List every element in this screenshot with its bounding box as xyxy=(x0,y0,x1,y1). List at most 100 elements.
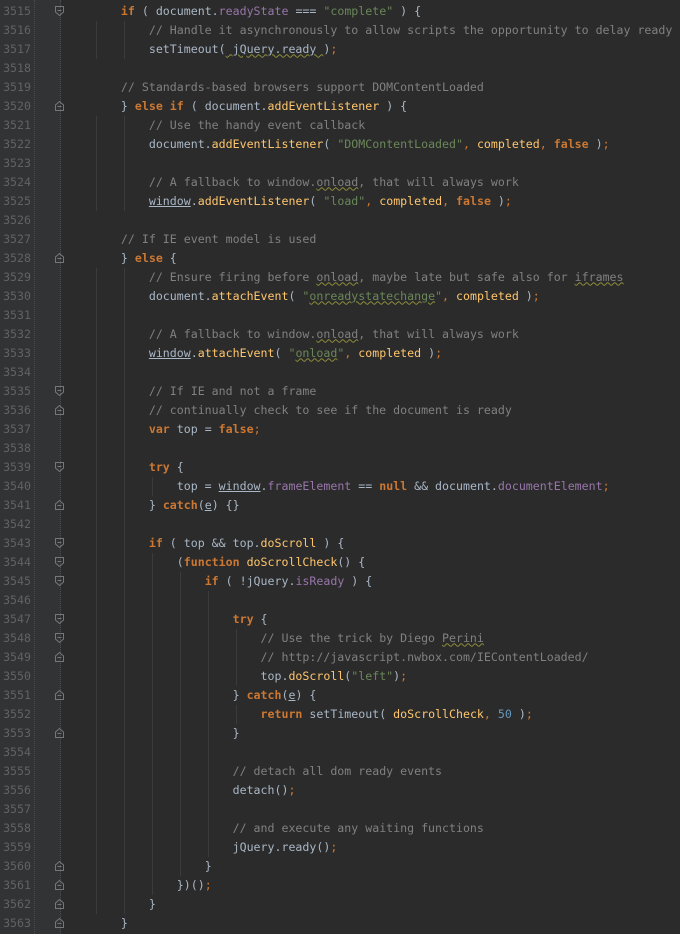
code-text[interactable]: } catch(e) {} xyxy=(93,496,240,515)
code-text[interactable]: // A fallback to window.onload, that wil… xyxy=(93,173,519,192)
line-number[interactable]: 3522 xyxy=(0,135,31,154)
code-text[interactable]: try { xyxy=(93,458,184,477)
code-line[interactable]: 3560 } xyxy=(0,856,680,876)
line-number[interactable]: 3556 xyxy=(0,781,31,800)
code-text[interactable]: // http://javascript.nwbox.com/IEContent… xyxy=(93,648,589,667)
line-number[interactable]: 3553 xyxy=(0,724,31,743)
code-line[interactable]: 3529 // Ensure firing before onload, may… xyxy=(0,267,680,287)
code-text[interactable]: } xyxy=(93,895,156,914)
code-text[interactable]: jQuery.ready(); xyxy=(93,838,338,857)
line-number[interactable]: 3561 xyxy=(0,876,31,895)
line-number[interactable]: 3555 xyxy=(0,762,31,781)
fold-end-icon[interactable] xyxy=(55,898,64,909)
line-number[interactable]: 3530 xyxy=(0,287,31,306)
code-text[interactable]: detach(); xyxy=(93,781,296,800)
code-line[interactable]: 3532 // A fallback to window.onload, tha… xyxy=(0,324,680,344)
code-line[interactable]: 3561 })(); xyxy=(0,875,680,895)
fold-end-icon[interactable] xyxy=(55,651,64,662)
line-number[interactable]: 3547 xyxy=(0,610,31,629)
line-number[interactable]: 3534 xyxy=(0,363,31,382)
code-text[interactable]: document.attachEvent( "onreadystatechang… xyxy=(93,287,540,306)
code-line[interactable]: 3540 top = window.frameElement == null &… xyxy=(0,476,680,496)
line-number[interactable]: 3557 xyxy=(0,800,31,819)
code-line[interactable]: 3531 xyxy=(0,305,680,325)
line-number[interactable]: 3539 xyxy=(0,458,31,477)
line-number[interactable]: 3540 xyxy=(0,477,31,496)
code-line[interactable]: 3554 xyxy=(0,742,680,762)
code-line[interactable]: 3562 } xyxy=(0,894,680,914)
code-line[interactable]: 3546 xyxy=(0,590,680,610)
code-text[interactable]: } xyxy=(93,914,128,933)
code-editor[interactable]: 3515 if ( document.readyState === "compl… xyxy=(0,0,680,934)
line-number[interactable]: 3518 xyxy=(0,59,31,78)
code-line[interactable]: 3515 if ( document.readyState === "compl… xyxy=(0,2,680,21)
line-number[interactable]: 3544 xyxy=(0,553,31,572)
code-lines[interactable]: 3515 if ( document.readyState === "compl… xyxy=(0,2,680,933)
line-number[interactable]: 3550 xyxy=(0,667,31,686)
code-text[interactable]: // Use the trick by Diego Perini xyxy=(93,629,484,648)
fold-start-icon[interactable] xyxy=(55,5,64,16)
fold-start-icon[interactable] xyxy=(55,556,64,567)
line-number[interactable]: 3531 xyxy=(0,306,31,325)
code-line[interactable]: 3523 xyxy=(0,153,680,173)
fold-end-icon[interactable] xyxy=(55,499,64,510)
code-text[interactable]: (function doScrollCheck() { xyxy=(93,553,365,572)
code-text[interactable]: try { xyxy=(93,610,268,629)
code-text[interactable]: top.doScroll("left"); xyxy=(93,667,408,686)
code-line[interactable]: 3555 // detach all dom ready events xyxy=(0,761,680,781)
line-number[interactable]: 3552 xyxy=(0,705,31,724)
code-line[interactable]: 3549 // http://javascript.nwbox.com/IECo… xyxy=(0,647,680,667)
code-text[interactable]: // continually check to see if the docum… xyxy=(93,401,512,420)
line-number[interactable]: 3525 xyxy=(0,192,31,211)
fold-end-icon[interactable] xyxy=(55,252,64,263)
code-text[interactable]: } xyxy=(93,857,212,876)
code-text[interactable]: // A fallback to window.onload, that wil… xyxy=(93,325,519,344)
fold-end-icon[interactable] xyxy=(55,727,64,738)
code-text[interactable]: var top = false; xyxy=(93,420,261,439)
code-line[interactable]: 3551 } catch(e) { xyxy=(0,685,680,705)
code-line[interactable]: 3537 var top = false; xyxy=(0,419,680,439)
code-text[interactable]: // Use the handy event callback xyxy=(93,116,365,135)
code-text[interactable]: if ( !jQuery.isReady ) { xyxy=(93,572,373,591)
line-number[interactable]: 3535 xyxy=(0,382,31,401)
line-number[interactable]: 3521 xyxy=(0,116,31,135)
line-number[interactable]: 3533 xyxy=(0,344,31,363)
code-line[interactable]: 3547 try { xyxy=(0,609,680,629)
code-line[interactable]: 3539 try { xyxy=(0,457,680,477)
line-number[interactable]: 3536 xyxy=(0,401,31,420)
code-text[interactable]: if ( top && top.doScroll ) { xyxy=(93,534,344,553)
line-number[interactable]: 3541 xyxy=(0,496,31,515)
fold-start-icon[interactable] xyxy=(55,613,64,624)
code-line[interactable]: 3527 // If IE event model is used xyxy=(0,230,680,249)
code-line[interactable]: 3526 xyxy=(0,211,680,230)
code-line[interactable]: 3524 // A fallback to window.onload, tha… xyxy=(0,172,680,192)
code-text[interactable]: // and execute any waiting functions xyxy=(93,819,484,838)
code-line[interactable]: 3517 setTimeout( jQuery.ready ); xyxy=(0,39,680,59)
code-text[interactable]: // If IE and not a frame xyxy=(93,382,317,401)
line-number[interactable]: 3532 xyxy=(0,325,31,344)
line-number[interactable]: 3559 xyxy=(0,838,31,857)
code-text[interactable]: // Ensure firing before onload, maybe la… xyxy=(93,268,624,287)
line-number[interactable]: 3528 xyxy=(0,249,31,268)
code-text[interactable]: } xyxy=(93,724,240,743)
code-line[interactable]: 3542 xyxy=(0,514,680,534)
code-text[interactable]: // If IE event model is used xyxy=(93,230,316,249)
code-line[interactable]: 3544 (function doScrollCheck() { xyxy=(0,552,680,572)
code-line[interactable]: 3519 // Standards-based browsers support… xyxy=(0,78,680,97)
line-number[interactable]: 3516 xyxy=(0,21,31,40)
code-line[interactable]: 3548 // Use the trick by Diego Perini xyxy=(0,628,680,648)
code-line[interactable]: 3534 xyxy=(0,362,680,382)
line-number[interactable]: 3537 xyxy=(0,420,31,439)
fold-start-icon[interactable] xyxy=(55,385,64,396)
code-line[interactable]: 3528 } else { xyxy=(0,249,680,268)
code-line[interactable]: 3522 document.addEventListener( "DOMCont… xyxy=(0,134,680,154)
line-number[interactable]: 3523 xyxy=(0,154,31,173)
code-text[interactable]: window.addEventListener( "load", complet… xyxy=(93,192,512,211)
line-number[interactable]: 3549 xyxy=(0,648,31,667)
code-text[interactable]: window.attachEvent( "onload", completed … xyxy=(93,344,442,363)
fold-end-icon[interactable] xyxy=(55,917,64,928)
line-number[interactable]: 3543 xyxy=(0,534,31,553)
line-number[interactable]: 3554 xyxy=(0,743,31,762)
fold-end-icon[interactable] xyxy=(55,404,64,415)
code-line[interactable]: 3525 window.addEventListener( "load", co… xyxy=(0,191,680,211)
